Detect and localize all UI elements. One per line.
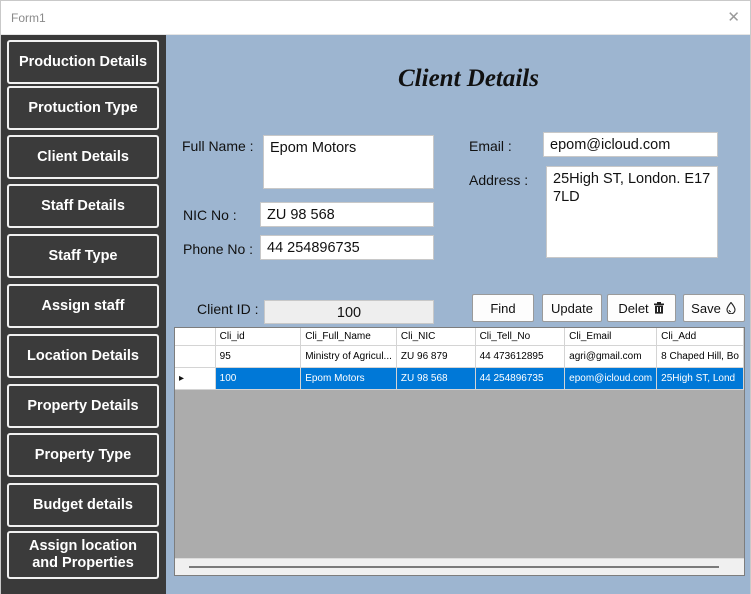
email-label: Email :	[469, 138, 512, 154]
nav-staff-type[interactable]: Staff Type	[7, 234, 159, 278]
table-cell[interactable]: 44 473612895	[475, 345, 566, 368]
update-button[interactable]: Update	[542, 294, 602, 322]
full-name-field[interactable]: Epom Motors	[263, 135, 434, 189]
column-header[interactable]: Cli_NIC	[396, 328, 476, 346]
table-cell[interactable]: ZU 98 568	[396, 367, 476, 390]
table-cell[interactable]: 44 254896735	[475, 367, 566, 390]
table-cell[interactable]: 100	[215, 367, 302, 390]
address-field[interactable]: 25High ST, London. E17 7LD	[546, 166, 718, 258]
nic-label: NIC No :	[183, 207, 237, 223]
client-id-field[interactable]: 100	[264, 300, 434, 324]
phone-label: Phone No :	[183, 241, 254, 257]
client-table: Cli_id Cli_Full_Name Cli_NIC Cli_Tell_No…	[175, 328, 744, 390]
window-title: Form1	[11, 11, 46, 25]
table-cell[interactable]: 95	[215, 345, 302, 368]
nav-assign-location-properties[interactable]: Assign location and Properties	[7, 531, 159, 579]
save-button[interactable]: Save	[683, 294, 745, 322]
table-cell[interactable]: Ministry of Agricul...	[300, 345, 397, 368]
column-header[interactable]: Cli_id	[215, 328, 302, 346]
table-cell[interactable]: agri@gmail.com	[564, 345, 658, 368]
trash-icon	[653, 302, 664, 314]
nav-assign-staff[interactable]: Assign staff	[7, 284, 159, 328]
nav-protuction-type[interactable]: Protuction Type	[7, 86, 159, 130]
client-data-grid[interactable]: Cli_id Cli_Full_Name Cli_NIC Cli_Tell_No…	[174, 327, 745, 576]
nav-location-details[interactable]: Location Details	[7, 334, 159, 378]
close-icon[interactable]: ✕	[727, 8, 740, 26]
table-cell[interactable]: 25High ST, Lond	[656, 367, 744, 390]
nav-production-details[interactable]: Production Details	[7, 40, 159, 84]
row-header[interactable]	[175, 345, 216, 368]
table-row[interactable]: 95 Ministry of Agricul... ZU 96 879 44 4…	[175, 345, 744, 368]
find-button-label: Find	[490, 300, 516, 316]
table-cell[interactable]: ZU 96 879	[396, 345, 476, 368]
column-header[interactable]: Cli_Add	[656, 328, 744, 346]
column-header[interactable]: Cli_Tell_No	[475, 328, 566, 346]
table-row-selected[interactable]: ▸ 100 Epom Motors ZU 98 568 44 254896735…	[175, 367, 744, 390]
email-field[interactable]: epom@icloud.com	[543, 132, 718, 157]
column-header[interactable]: Cli_Email	[564, 328, 658, 346]
delete-button-label: Delet	[618, 300, 649, 316]
main-content: Client Details Full Name : Epom Motors N…	[166, 35, 750, 594]
sidebar: Production Details Protuction Type Clien…	[1, 35, 166, 594]
row-indicator-icon[interactable]: ▸	[175, 367, 216, 390]
page-title: Client Details	[398, 65, 539, 92]
title-bar: Form1 ✕	[1, 1, 750, 35]
row-header-corner	[175, 328, 216, 346]
client-id-label: Client ID :	[197, 301, 259, 317]
full-name-label: Full Name :	[182, 138, 254, 154]
nav-staff-details[interactable]: Staff Details	[7, 184, 159, 228]
save-button-label: Save	[691, 300, 721, 316]
nav-property-type[interactable]: Property Type	[7, 433, 159, 477]
delete-button[interactable]: Delet	[607, 294, 676, 322]
app-window: Form1 ✕ Production Details Protuction Ty…	[0, 0, 751, 594]
nav-budget-details[interactable]: Budget details	[7, 483, 159, 527]
address-label: Address :	[469, 172, 529, 188]
nic-field[interactable]: ZU 98 568	[260, 202, 434, 227]
table-cell[interactable]: epom@icloud.com	[564, 367, 658, 390]
column-header[interactable]: Cli_Full_Name	[300, 328, 397, 346]
table-cell[interactable]: 8 Chaped Hill, Bo	[656, 345, 744, 368]
scrollbar-thumb[interactable]	[189, 566, 719, 568]
save-icon	[726, 302, 736, 314]
phone-field[interactable]: 44 254896735	[260, 235, 434, 260]
table-header-row: Cli_id Cli_Full_Name Cli_NIC Cli_Tell_No…	[175, 328, 744, 346]
update-button-label: Update	[551, 300, 593, 316]
nav-client-details[interactable]: Client Details	[7, 135, 159, 179]
find-button[interactable]: Find	[472, 294, 534, 322]
nav-property-details[interactable]: Property Details	[7, 384, 159, 428]
horizontal-scrollbar[interactable]	[175, 558, 744, 575]
table-cell[interactable]: Epom Motors	[300, 367, 397, 390]
